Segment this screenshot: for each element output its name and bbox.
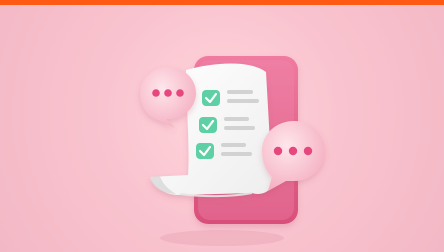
- ground-shadow: [160, 230, 284, 246]
- speech-bubble-icon: [262, 121, 325, 191]
- checklist-illustration: [140, 56, 325, 246]
- hero-illustration-frame: [0, 0, 444, 252]
